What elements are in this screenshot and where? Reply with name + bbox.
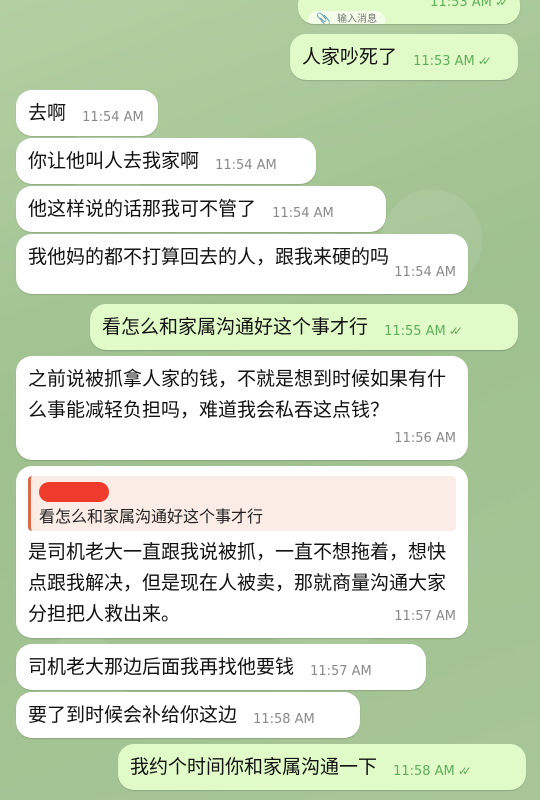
message-meta: 11:57 AM — [394, 601, 456, 632]
message-meta: 11:58 AM ✓✓ — [393, 756, 472, 787]
message-time: 11:54 AM — [215, 158, 277, 173]
message-time: 11:55 AM — [384, 324, 446, 339]
message-meta: 11:53 AM ✓✓ — [413, 46, 492, 77]
message-time: 11:57 AM — [310, 664, 372, 679]
message-text: 我约个时间你和家属沟通一下 — [130, 756, 378, 778]
double-check-icon: ✓✓ — [477, 54, 492, 68]
message-bubble-incoming[interactable]: 看怎么和家属沟通好这个事才行 是司机老大一直跟我说被抓，一直不想拖着，想快点跟我… — [16, 466, 468, 638]
message-text: 人家吵死了 — [302, 46, 398, 68]
message-bubble-incoming[interactable]: 要了到时候会补给你这边 11:58 AM — [16, 692, 360, 738]
message-time: 11:53 AM — [430, 0, 492, 10]
embedded-preview-label: 输入消息 — [336, 14, 377, 24]
message-text: 司机老大那边后面我再找他要钱 — [28, 656, 295, 678]
chat-message-list[interactable]: 📎 输入消息 11:53 AM ✓✓ 人家吵死了 11:53 AM ✓✓ 去啊 … — [0, 0, 540, 800]
message-text: 是司机老大一直跟我说被抓，一直不想拖着，想快点跟我解决，但是现在人被卖，那就商量… — [28, 541, 447, 625]
message-meta: 11:53 AM ✓✓ — [430, 0, 509, 18]
message-time: 11:58 AM — [253, 712, 315, 727]
message-bubble-incoming[interactable]: 他这样说的话那我可不管了 11:54 AM — [16, 186, 386, 232]
message-bubble-outgoing[interactable]: 看怎么和家属沟通好这个事才行 11:55 AM ✓✓ — [90, 304, 518, 350]
message-text: 要了到时候会补给你这边 — [28, 704, 238, 726]
double-check-icon: ✓✓ — [457, 764, 472, 778]
message-bubble-incoming[interactable]: 之前说被抓拿人家的钱，不就是想到时候如果有什么事能减轻负担吗，难道我会私吞这点钱… — [16, 356, 468, 460]
message-time: 11:56 AM — [394, 431, 456, 446]
reply-quote[interactable]: 看怎么和家属沟通好这个事才行 — [28, 476, 456, 531]
double-check-icon: ✓✓ — [494, 0, 509, 9]
message-meta: 11:58 AM — [253, 704, 315, 735]
message-text: 我他妈的都不打算回去的人，跟我来硬的吗 — [28, 246, 390, 268]
message-text: 看怎么和家属沟通好这个事才行 — [102, 316, 369, 338]
message-meta: 11:57 AM — [310, 656, 372, 687]
message-bubble-incoming[interactable]: 司机老大那边后面我再找他要钱 11:57 AM — [16, 644, 426, 690]
message-time: 11:57 AM — [394, 609, 456, 624]
paperclip-icon: 📎 — [316, 12, 331, 24]
message-time: 11:54 AM — [272, 206, 334, 221]
message-meta: 11:54 AM — [215, 150, 277, 181]
message-time: 11:53 AM — [413, 54, 475, 69]
message-text: 他这样说的话那我可不管了 — [28, 198, 257, 220]
message-time: 11:58 AM — [393, 764, 455, 779]
message-meta: 11:56 AM — [394, 423, 456, 454]
message-meta: 11:55 AM ✓✓ — [384, 316, 463, 347]
message-bubble-outgoing[interactable]: 📎 输入消息 11:53 AM ✓✓ — [298, 0, 520, 24]
embedded-preview: 📎 输入消息 — [308, 10, 385, 24]
message-time: 11:54 AM — [82, 110, 144, 125]
message-meta: 11:54 AM — [82, 102, 144, 133]
double-check-icon: ✓✓ — [448, 324, 463, 338]
message-text: 你让他叫人去我家啊 — [28, 150, 200, 172]
message-bubble-incoming[interactable]: 我他妈的都不打算回去的人，跟我来硬的吗 11:54 AM — [16, 234, 468, 294]
reply-quote-text: 看怎么和家属沟通好这个事才行 — [39, 507, 264, 526]
message-meta: 11:54 AM — [394, 257, 456, 288]
message-text: 去啊 — [28, 102, 67, 124]
message-meta: 11:54 AM — [272, 198, 334, 229]
message-bubble-incoming[interactable]: 去啊 11:54 AM — [16, 90, 158, 136]
message-text: 之前说被抓拿人家的钱，不就是想到时候如果有什么事能减轻负担吗，难道我会私吞这点钱… — [28, 368, 447, 421]
message-bubble-outgoing[interactable]: 人家吵死了 11:53 AM ✓✓ — [290, 34, 518, 80]
message-bubble-outgoing[interactable]: 我约个时间你和家属沟通一下 11:58 AM ✓✓ — [118, 744, 526, 790]
message-bubble-incoming[interactable]: 你让他叫人去我家啊 11:54 AM — [16, 138, 316, 184]
message-time: 11:54 AM — [394, 265, 456, 280]
redacted-sender-name — [39, 482, 109, 502]
